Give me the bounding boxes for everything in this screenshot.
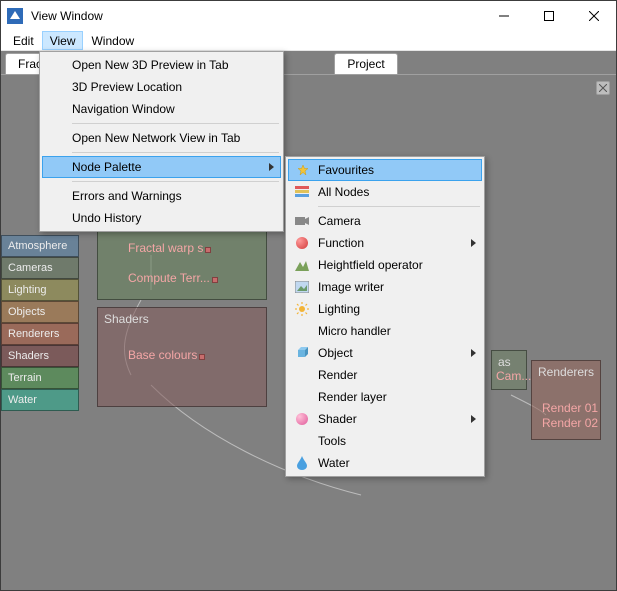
category-item[interactable]: Shaders <box>1 345 79 367</box>
sun-icon <box>294 301 310 317</box>
category-item[interactable]: Terrain <box>1 367 79 389</box>
submenu-arrow-icon <box>471 349 476 357</box>
menu-separator <box>72 123 279 124</box>
node-render-02[interactable]: Render 02 <box>542 416 598 430</box>
submenu-object[interactable]: Object <box>288 342 482 364</box>
submenu-water[interactable]: Water <box>288 452 482 474</box>
node-compute-terrain[interactable]: Compute Terr... <box>128 271 218 285</box>
menu-separator <box>72 181 279 182</box>
submenu-all-nodes[interactable]: All Nodes <box>288 181 482 203</box>
submenu-image-writer[interactable]: Image writer <box>288 276 482 298</box>
star-icon <box>295 162 311 178</box>
submenu-heightfield[interactable]: Heightfield operator <box>288 254 482 276</box>
node-base-colours[interactable]: Base colours <box>128 348 205 362</box>
menu-errors-warnings[interactable]: Errors and Warnings <box>42 185 281 207</box>
submenu-camera[interactable]: Camera <box>288 210 482 232</box>
submenu-render[interactable]: Render <box>288 364 482 386</box>
window-title: View Window <box>31 9 481 23</box>
mountain-icon <box>294 257 310 273</box>
submenu-lighting[interactable]: Lighting <box>288 298 482 320</box>
titlebar: View Window <box>1 1 616 31</box>
group-cameras[interactable]: as Cam... <box>491 350 527 390</box>
app-window: View Window Edit View Window Fract Proje… <box>0 0 617 591</box>
menu-undo-history[interactable]: Undo History <box>42 207 281 229</box>
group-renderers[interactable]: Renderers Render 01 Render 02 <box>531 360 601 440</box>
maximize-button[interactable] <box>526 1 571 31</box>
submenu-render-layer[interactable]: Render layer <box>288 386 482 408</box>
group-renderers-label: Renderers <box>538 365 594 379</box>
category-list: AtmosphereCamerasLightingObjectsRenderer… <box>1 235 79 411</box>
category-item[interactable]: Water <box>1 389 79 411</box>
droplet-icon <box>294 455 310 471</box>
category-item[interactable]: Atmosphere <box>1 235 79 257</box>
submenu-favourites[interactable]: Favourites <box>288 159 482 181</box>
sphere-pink-icon <box>294 411 310 427</box>
category-item[interactable]: Lighting <box>1 279 79 301</box>
menu-separator <box>318 206 480 207</box>
menu-open-3d-preview[interactable]: Open New 3D Preview in Tab <box>42 54 281 76</box>
grid-icon <box>294 184 310 200</box>
image-icon <box>294 279 310 295</box>
group-shaders-label: Shaders <box>104 312 149 326</box>
node-render-01[interactable]: Render 01 <box>542 401 598 415</box>
group-cameras-label: as <box>498 355 511 369</box>
submenu-micro-handler[interactable]: Micro handler <box>288 320 482 342</box>
submenu-arrow-icon <box>471 239 476 247</box>
node-render-cam[interactable]: Cam... <box>496 369 531 383</box>
node-fractal-warp[interactable]: Fractal warp s <box>128 241 211 255</box>
menu-edit[interactable]: Edit <box>5 31 42 50</box>
menu-node-palette[interactable]: Node Palette <box>42 156 281 178</box>
menu-view[interactable]: View <box>42 31 84 50</box>
window-buttons <box>481 1 616 31</box>
group-shaders[interactable]: Shaders Base colours <box>97 307 267 407</box>
panel-close-icon[interactable] <box>596 81 610 95</box>
menu-window[interactable]: Window <box>83 31 142 50</box>
cube-icon <box>294 345 310 361</box>
submenu-tools[interactable]: Tools <box>288 430 482 452</box>
menu-3d-preview-location[interactable]: 3D Preview Location <box>42 76 281 98</box>
menubar: Edit View Window <box>1 31 616 51</box>
close-button[interactable] <box>571 1 616 31</box>
submenu-shader[interactable]: Shader <box>288 408 482 430</box>
sphere-red-icon <box>294 235 310 251</box>
node-palette-submenu: Favourites All Nodes Camera Function Hei… <box>285 156 485 477</box>
menu-open-network-view[interactable]: Open New Network View in Tab <box>42 127 281 149</box>
minimize-button[interactable] <box>481 1 526 31</box>
category-item[interactable]: Cameras <box>1 257 79 279</box>
category-item[interactable]: Objects <box>1 301 79 323</box>
submenu-arrow-icon <box>269 163 274 171</box>
submenu-function[interactable]: Function <box>288 232 482 254</box>
view-dropdown: Open New 3D Preview in Tab 3D Preview Lo… <box>39 51 284 232</box>
menu-separator <box>72 152 279 153</box>
category-item[interactable]: Renderers <box>1 323 79 345</box>
menu-navigation-window[interactable]: Navigation Window <box>42 98 281 120</box>
submenu-arrow-icon <box>471 415 476 423</box>
camera-icon <box>294 213 310 229</box>
tab-project[interactable]: Project <box>334 53 397 74</box>
app-icon <box>7 8 23 24</box>
